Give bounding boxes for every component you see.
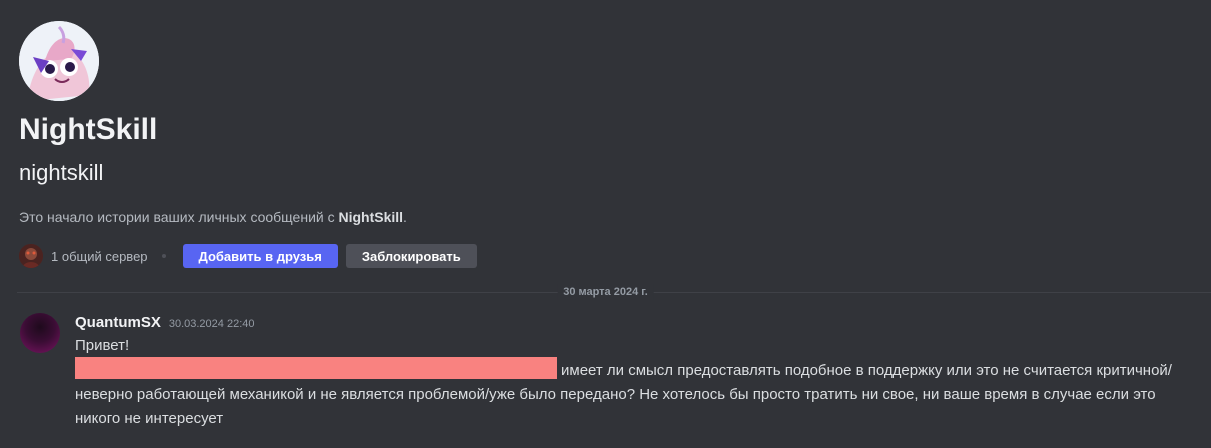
separator-dot xyxy=(161,254,166,258)
message-content: имеет ли смысл предоставлять подобное в … xyxy=(75,357,1200,431)
message-line1-text: имеет ли смысл предоставлять подобное в … xyxy=(561,362,1172,379)
mutual-servers-link[interactable]: 1 общий сервер xyxy=(51,249,148,264)
add-friend-button[interactable]: Добавить в друзья xyxy=(182,244,338,268)
message-author[interactable]: QuantumSX xyxy=(75,313,161,333)
dm-channel: NightSkill nightskill Это начало истории… xyxy=(0,0,1211,448)
redaction-block xyxy=(75,357,557,379)
profile-avatar-icon[interactable] xyxy=(19,21,99,101)
intro-name: NightSkill xyxy=(338,209,404,225)
profile-username: nightskill xyxy=(19,160,104,185)
author-avatar-icon[interactable] xyxy=(20,313,60,353)
message-timestamp[interactable]: 30.03.2024 22:40 xyxy=(169,318,255,330)
message-header: QuantumSX 30.03.2024 22:40 xyxy=(75,313,254,333)
dm-intro-text: Это начало истории ваших личных сообщени… xyxy=(19,207,407,227)
message-line2-text: неверно работающей механикой и не являет… xyxy=(75,386,1156,403)
profile-display-name: NightSkill xyxy=(19,113,158,146)
block-button[interactable]: Заблокировать xyxy=(345,244,477,268)
date-divider-label: 30 марта 2024 г. xyxy=(557,284,654,300)
profile-actions: 1 общий сервер Добавить в друзья Заблоки… xyxy=(19,244,477,268)
message-greeting: Привет! xyxy=(75,337,130,354)
intro-prefix: Это начало истории ваших личных сообщени… xyxy=(19,209,339,225)
message-line: имеет ли смысл предоставлять подобное в … xyxy=(75,357,1200,383)
intro-suffix: . xyxy=(403,209,407,225)
server-avatar-icon[interactable] xyxy=(19,244,43,268)
message-line3-text: никого не интересует xyxy=(75,410,224,427)
